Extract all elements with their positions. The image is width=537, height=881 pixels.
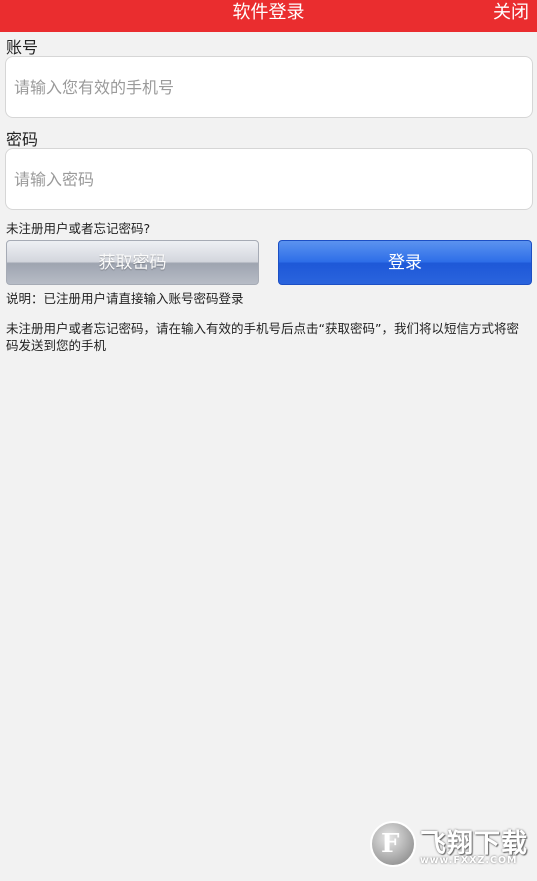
close-button[interactable]: 关闭 [493, 0, 529, 26]
password-label: 密码 [6, 130, 39, 149]
unregistered-note: 未注册用户或者忘记密码，请在输入有效的手机号后点击“获取密码”，我们将以短信方式… [6, 321, 519, 353]
page-title: 软件登录 [232, 2, 305, 23]
password-field [5, 148, 533, 210]
watermark-logo-icon: F [370, 821, 416, 867]
watermark-url: www.FXXZ.COM [420, 855, 518, 866]
phone-input[interactable] [6, 57, 532, 117]
password-input[interactable] [6, 149, 532, 209]
account-field [5, 56, 533, 118]
forgot-hint: 未注册用户或者忘记密码? [6, 221, 151, 236]
watermark: F 飞翔下载 www.FXXZ.COM [370, 821, 528, 871]
registered-note: 说明：已注册用户请直接输入账号密码登录 [6, 291, 244, 306]
login-button[interactable]: 登录 [278, 240, 532, 285]
account-label: 账号 [6, 38, 39, 57]
get-password-button[interactable]: 获取密码 [6, 240, 259, 285]
top-bar: 软件登录 关闭 [0, 0, 537, 32]
